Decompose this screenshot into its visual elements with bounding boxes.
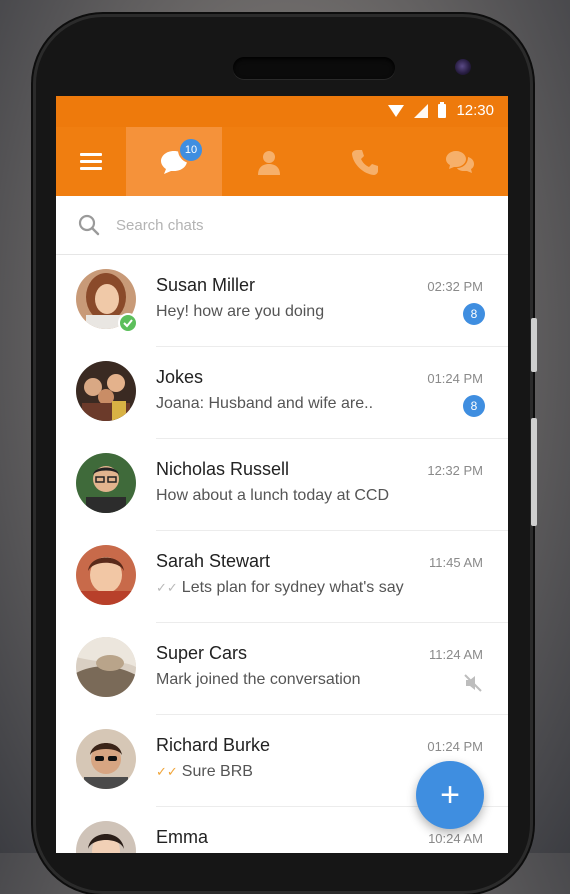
volume-button: [531, 318, 537, 372]
chat-name: Susan Miller: [156, 275, 256, 295]
avatar: [76, 729, 136, 789]
chat-name: Nicholas Russell: [156, 459, 290, 479]
speaker-grille: [233, 57, 395, 79]
chat-item[interactable]: Jokes Joana: Husband and wife are.. 01:2…: [56, 347, 508, 439]
chat-item[interactable]: Super Cars Mark joined the conversation …: [56, 623, 508, 715]
power-button: [531, 418, 537, 526]
chat-time: 01:24 PM: [427, 371, 483, 386]
app-screen: 12:30 10 Search chats Susan Miller Hey! …: [56, 96, 508, 853]
chat-preview: Joana: Husband and wife are..: [156, 395, 374, 412]
phone-icon: [351, 149, 378, 175]
chat-preview: ✓✓ Lets plan for sydney what's say: [156, 579, 404, 597]
person-icon: [258, 150, 281, 175]
avatar: [76, 637, 136, 697]
avatar: [76, 545, 136, 605]
chat-time: 11:45 AM: [429, 555, 483, 570]
chat-item[interactable]: Sarah Stewart ✓✓ Lets plan for sydney wha…: [56, 531, 508, 623]
signal-icon: [414, 103, 429, 118]
wifi-icon: [388, 104, 405, 117]
chat-name: Emma: [156, 827, 209, 847]
search-icon: [78, 214, 100, 236]
chat-name: Richard Burke: [156, 735, 271, 755]
chat-time: 12:32 PM: [427, 463, 483, 478]
chat-name: Jokes: [156, 367, 204, 387]
chat-name: Sarah Stewart: [156, 551, 271, 571]
app-toolbar: 10: [56, 127, 508, 196]
status-time: 12:30: [456, 102, 494, 119]
group-chat-icon: [446, 150, 475, 173]
unread-count-badge: 8: [463, 395, 485, 417]
avatar: [76, 821, 136, 853]
chat-preview: Hey! how are you doing: [156, 303, 325, 320]
search-input[interactable]: [114, 215, 418, 235]
status-bar: 12:30: [56, 96, 508, 127]
tab-contacts[interactable]: [222, 127, 318, 196]
avatar: [76, 453, 136, 513]
avatar: [76, 361, 136, 421]
mute-icon: [464, 674, 482, 692]
tab-chats[interactable]: 10: [126, 127, 222, 196]
chat-item[interactable]: Susan Miller Hey! how are you doing 02:3…: [56, 255, 508, 347]
chat-item[interactable]: Nicholas Russell How about a lunch today…: [56, 439, 508, 531]
chat-name: Super Cars: [156, 643, 248, 663]
chat-preview: ✓✓ Sure BRB: [156, 763, 253, 781]
chat-unread-badge: 10: [178, 137, 204, 163]
chat-time: 10:24 AM: [428, 831, 483, 846]
chat-preview-text: Lets plan for sydney what's say: [181, 579, 404, 596]
double-check-icon: ✓✓: [156, 764, 178, 779]
tab-groups[interactable]: [413, 127, 509, 196]
battery-icon: [438, 101, 447, 118]
hamburger-icon: [80, 149, 102, 174]
search-bar: [56, 196, 508, 255]
chat-preview: Mark joined the conversation: [156, 671, 361, 688]
front-camera: [455, 59, 471, 75]
double-check-icon: ✓✓: [156, 580, 178, 595]
chat-time: 02:32 PM: [427, 279, 483, 294]
online-status-icon: [118, 313, 138, 333]
unread-count-badge: 8: [463, 303, 485, 325]
chat-time: 11:24 AM: [429, 647, 483, 662]
chat-time: 01:24 PM: [427, 739, 483, 754]
chat-preview-text: Sure BRB: [181, 763, 253, 780]
chat-preview: How about a lunch today at CCD: [156, 487, 390, 504]
menu-button[interactable]: [56, 127, 126, 196]
new-chat-button[interactable]: +: [416, 761, 484, 829]
tab-calls[interactable]: [317, 127, 413, 196]
